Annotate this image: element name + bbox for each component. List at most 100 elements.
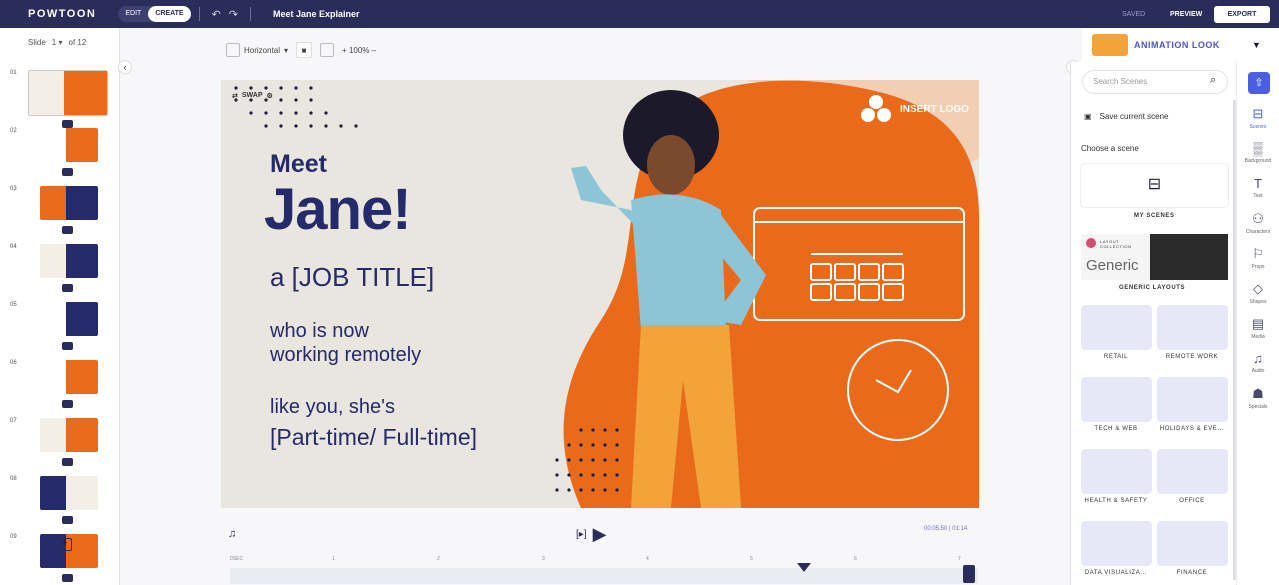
rail-label: Scenes xyxy=(1249,124,1267,130)
app-logo: POWTOON xyxy=(28,8,97,20)
generic-layouts-label: GENERIC LAYOUTS xyxy=(1119,285,1186,291)
camera-icon[interactable] xyxy=(62,284,73,292)
media-icon: ▤ xyxy=(1251,316,1265,331)
canvas-toolbar: Horizontal ▾ ■ + 100% – xyxy=(226,42,376,58)
undo-icon[interactable]: ↶ xyxy=(212,8,221,21)
text-who-line1[interactable]: who is now xyxy=(270,320,369,343)
rail-item-media[interactable]: ▤ Media xyxy=(1238,316,1278,340)
play-scene-icon[interactable]: [▸] xyxy=(576,529,587,540)
text-job-title[interactable]: a [JOB TITLE] xyxy=(270,262,434,293)
text-part-time[interactable]: [Part-time/ Full-time] xyxy=(270,424,477,451)
scene-category-card[interactable] xyxy=(1081,305,1152,350)
settings-icon[interactable]: ⚙ xyxy=(267,92,273,100)
slide-thumbnail[interactable] xyxy=(40,360,98,394)
scene-category-label: HEALTH & SAFETY xyxy=(1084,498,1148,504)
slide-thumbnail[interactable] xyxy=(40,244,98,278)
slide-number: 08 xyxy=(10,476,17,482)
rail-item-characters[interactable]: ⚇ Characters xyxy=(1238,211,1278,235)
audio-icon: ♫ xyxy=(1253,351,1263,366)
scene-category-card[interactable] xyxy=(1157,521,1228,566)
scene-category-card[interactable] xyxy=(1157,377,1228,422)
search-scenes-input[interactable]: Search Scenes xyxy=(1082,70,1228,94)
slide-number: 06 xyxy=(10,360,17,366)
rail-label: Shapes xyxy=(1249,299,1267,305)
timeline-ruler: 0SEC 1 2 3 4 5 6 7 xyxy=(230,556,961,562)
camera-icon[interactable] xyxy=(62,168,73,176)
layout-collection-label: LAYOUT COLLECTION xyxy=(1100,239,1132,249)
rail-label: Specials xyxy=(1248,404,1268,410)
grid-icon[interactable] xyxy=(320,43,335,57)
text-who-line2[interactable]: working remotely xyxy=(270,344,421,367)
slide-thumbnail[interactable] xyxy=(40,186,98,220)
orientation-icon xyxy=(226,43,240,57)
slide-thumbnail[interactable] xyxy=(28,70,108,116)
scene-category-label: RETAIL xyxy=(1103,354,1129,360)
add-slide-button[interactable]: + xyxy=(57,538,72,551)
search-icon[interactable]: ⌕ xyxy=(1210,74,1216,87)
redo-icon[interactable]: ↷ xyxy=(229,8,238,21)
rail-item-audio[interactable]: ♫ Audio xyxy=(1238,351,1278,374)
layout-icon: ⊟ xyxy=(1147,176,1162,193)
text-like-you[interactable]: like you, she's xyxy=(270,396,395,419)
insert-logo-text[interactable]: INSERT LOGO xyxy=(900,104,969,115)
scene-category-card[interactable] xyxy=(1081,377,1152,422)
slide-select[interactable]: 1 ▾ xyxy=(52,38,63,47)
upload-icon[interactable]: ⇧ xyxy=(1248,72,1270,94)
create-mode-button[interactable]: CREATE xyxy=(148,6,191,22)
zoom-control[interactable]: + 100% – xyxy=(342,46,376,55)
timeline-track[interactable] xyxy=(230,568,978,584)
save-current-scene-button[interactable]: ▣ Save current scene xyxy=(1084,112,1169,121)
export-button[interactable]: EXPORT xyxy=(1214,6,1270,23)
slide-thumbnail[interactable] xyxy=(40,128,98,162)
rail-item-background[interactable]: ▒ Background xyxy=(1238,141,1278,164)
layout-collection-badge xyxy=(1086,238,1096,248)
scene-category-card[interactable] xyxy=(1081,449,1152,494)
collapse-left-panel-button[interactable]: ‹ xyxy=(118,60,132,74)
project-title[interactable]: Meet Jane Explainer xyxy=(273,9,360,19)
animation-look-select[interactable]: ANIMATION LOOK ▼ xyxy=(1082,28,1279,62)
camera-icon[interactable] xyxy=(62,458,73,466)
saved-status: SAVED xyxy=(1122,10,1146,18)
camera-icon[interactable] xyxy=(62,226,73,234)
chevron-down-icon[interactable]: ▼ xyxy=(1252,40,1261,50)
my-scenes-card[interactable]: ⊟ xyxy=(1081,164,1228,207)
scene-category-label: FINANCE xyxy=(1176,570,1208,576)
save-scene-icon: ▣ xyxy=(1084,112,1092,121)
rail-item-shapes[interactable]: ◇ Shapes xyxy=(1238,281,1278,305)
divider xyxy=(198,7,200,21)
music-icon[interactable]: ♫ xyxy=(228,528,236,540)
slide-total: of 12 xyxy=(68,38,87,47)
text-meet[interactable]: Meet xyxy=(270,150,327,179)
play-icon[interactable]: ▶ xyxy=(593,524,607,545)
rail-item-scenes[interactable]: ⊟ Scenes xyxy=(1238,106,1278,130)
specials-icon: ☗ xyxy=(1252,386,1264,401)
slide-thumbnail[interactable] xyxy=(40,418,98,452)
slide-thumbnail[interactable] xyxy=(40,476,98,510)
rail-item-specials[interactable]: ☗ Specials xyxy=(1238,386,1278,410)
rail-item-text[interactable]: T Text xyxy=(1238,176,1278,199)
camera-icon[interactable] xyxy=(62,516,73,524)
slide-thumbnail[interactable] xyxy=(40,302,98,336)
scene-category-card[interactable] xyxy=(1157,305,1228,350)
mode-toggle[interactable]: EDIT CREATE xyxy=(118,6,191,22)
camera-icon[interactable]: ■ xyxy=(296,42,313,58)
animation-look-thumbnail xyxy=(1092,34,1128,56)
timeline-end-handle[interactable] xyxy=(963,565,975,583)
edit-mode-button[interactable]: EDIT xyxy=(118,6,148,22)
camera-icon[interactable] xyxy=(62,574,73,582)
camera-icon[interactable] xyxy=(62,400,73,408)
swap-button[interactable]: ⇄ SWAP ⚙ xyxy=(232,92,273,100)
orientation-select[interactable]: Horizontal ▾ xyxy=(226,43,288,57)
text-jane[interactable]: Jane! xyxy=(264,176,412,243)
props-icon: ⚐ xyxy=(1252,246,1264,261)
playhead[interactable] xyxy=(797,563,811,572)
rail-item-props[interactable]: ⚐ Props xyxy=(1238,246,1278,270)
divider xyxy=(250,7,252,21)
scene-category-label: OFFICE xyxy=(1179,498,1205,504)
background-icon: ▒ xyxy=(1253,141,1263,156)
camera-icon[interactable] xyxy=(62,120,73,128)
preview-button[interactable]: PREVIEW xyxy=(1170,11,1202,18)
camera-icon[interactable] xyxy=(62,342,73,350)
scene-category-card[interactable] xyxy=(1157,449,1228,494)
scene-category-card[interactable] xyxy=(1081,521,1152,566)
